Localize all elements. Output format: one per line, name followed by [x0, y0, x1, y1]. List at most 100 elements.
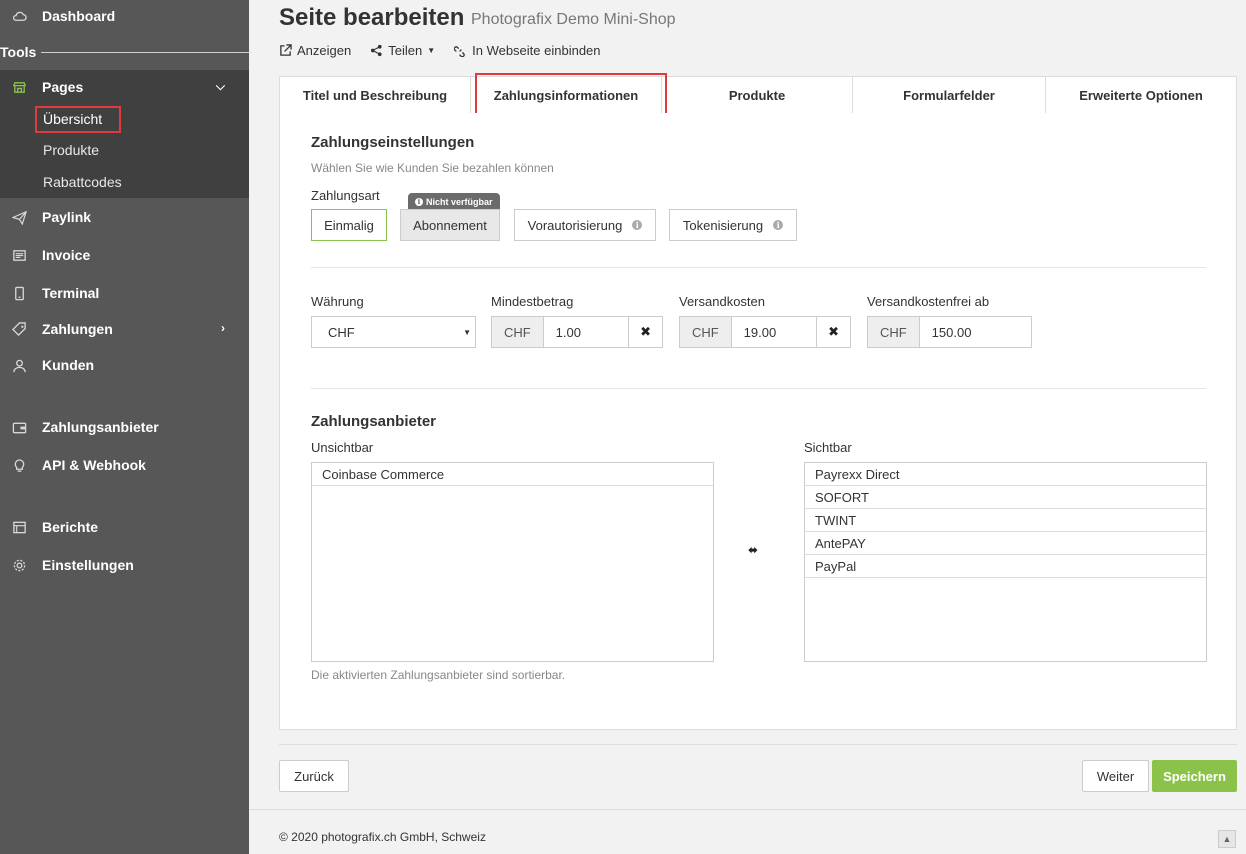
nav-label: Zahlungen — [42, 321, 113, 337]
tab-formularfelder[interactable]: Formularfelder — [853, 77, 1046, 113]
swap-arrows-icon: ⬌ — [748, 543, 759, 557]
tools-label: Tools — [0, 44, 37, 60]
nav-label: API & Webhook — [42, 457, 146, 473]
payment-settings-heading: Zahlungseinstellungen — [311, 134, 475, 151]
min-amount-label: Mindestbetrag — [491, 294, 574, 309]
currency-addon: CHF — [680, 317, 732, 347]
button-label: Zurück — [294, 768, 334, 784]
embed-action-label: In Webseite einbinden — [472, 43, 601, 58]
nav-label: Pages — [42, 79, 84, 95]
type-vorautorisierung-button[interactable]: Vorautorisierung i — [514, 209, 656, 241]
nav-api-webhook[interactable]: API & Webhook — [0, 447, 249, 483]
invisible-label: Unsichtbar — [311, 440, 374, 455]
button-label: Tokenisierung — [682, 217, 764, 233]
button-label: Speichern — [1163, 768, 1226, 784]
nav-label: Berichte — [42, 519, 99, 535]
tab-bar: Titel und Beschreibung Zahlungsinformati… — [279, 76, 1237, 114]
visible-providers-list[interactable]: Payrexx Direct SOFORT TWINT AntePAY PayP… — [804, 462, 1207, 662]
info-icon: i — [773, 220, 784, 230]
type-abonnement-button[interactable]: Abonnement — [400, 209, 500, 241]
min-amount-input[interactable]: 1.00 — [544, 317, 629, 347]
tab-erweiterte-optionen[interactable]: Erweiterte Optionen — [1046, 77, 1236, 113]
payment-type-label: Zahlungsart — [311, 188, 380, 203]
chevron-up-icon: ▲ — [1222, 834, 1232, 844]
free-shipping-input[interactable]: 150.00 — [920, 317, 1031, 347]
divider — [311, 267, 1206, 268]
nav-label: Paylink — [42, 209, 92, 225]
divider — [41, 51, 249, 53]
page-actions: Anzeigen Teilen ▼ In Webseite einbinden — [279, 43, 620, 58]
list-item[interactable]: PayPal — [805, 555, 1206, 578]
show-action[interactable]: Anzeigen — [279, 43, 351, 58]
button-label: Weiter — [1096, 768, 1135, 784]
save-button[interactable]: Speichern — [1152, 760, 1237, 792]
list-item[interactable]: SOFORT — [805, 486, 1206, 509]
shipping-input[interactable]: 19.00 — [732, 317, 817, 347]
nav-label: Invoice — [42, 247, 91, 263]
clear-icon[interactable]: ✖ — [816, 317, 850, 347]
info-icon: i — [415, 197, 423, 206]
list-item[interactable]: AntePAY — [805, 532, 1206, 555]
highlight-box — [35, 106, 121, 133]
nav-zahlungen[interactable]: Zahlungen › — [0, 311, 249, 347]
button-label: Einmalig — [324, 217, 374, 233]
share-icon — [371, 44, 382, 57]
embed-action[interactable]: In Webseite einbinden — [454, 43, 601, 58]
nav-invoice[interactable]: Invoice — [0, 237, 249, 273]
min-amount-group: CHF 1.00 ✖ — [491, 316, 663, 348]
nav-kunden[interactable]: Kunden — [0, 347, 249, 383]
chevron-down-icon: ⌵ — [215, 79, 225, 93]
nav-label: Terminal — [42, 285, 100, 301]
currency-label: Währung — [311, 294, 364, 309]
share-action[interactable]: Teilen ▼ — [370, 43, 435, 58]
back-button[interactable]: Zurück — [279, 760, 349, 792]
mobile-icon — [11, 285, 27, 301]
list-item[interactable]: TWINT — [805, 509, 1206, 532]
caret-down-icon: ▼ — [463, 328, 471, 337]
sub-item-produkte[interactable]: Produkte — [43, 142, 99, 158]
nav-terminal[interactable]: Terminal — [0, 275, 249, 311]
type-einmalig-button[interactable]: Einmalig — [311, 209, 387, 241]
nav-einstellungen[interactable]: Einstellungen — [0, 547, 249, 583]
lightbulb-icon — [11, 457, 27, 473]
share-action-label: Teilen — [388, 43, 423, 58]
list-item[interactable]: Coinbase Commerce — [312, 463, 713, 486]
nav-berichte[interactable]: Berichte — [0, 509, 249, 545]
sub-item-rabattcodes[interactable]: Rabattcodes — [43, 174, 122, 190]
invisible-providers-list[interactable]: Coinbase Commerce — [311, 462, 714, 662]
free-shipping-label: Versandkostenfrei ab — [867, 294, 990, 309]
scroll-top-button[interactable]: ▲ — [1218, 830, 1236, 848]
report-icon — [11, 519, 27, 535]
user-icon — [11, 357, 27, 373]
tab-titel[interactable]: Titel und Beschreibung — [280, 77, 471, 113]
nav-pages[interactable]: Pages ⌵ — [0, 69, 249, 105]
next-button[interactable]: Weiter — [1082, 760, 1149, 792]
clear-icon[interactable]: ✖ — [628, 317, 662, 347]
highlight-box — [475, 73, 667, 116]
invoice-icon — [11, 247, 27, 263]
link-icon — [454, 46, 465, 57]
tab-produkte[interactable]: Produkte — [662, 77, 853, 113]
currency-addon: CHF — [492, 317, 544, 347]
nav-paylink[interactable]: Paylink — [0, 199, 249, 235]
currency-addon: CHF — [868, 317, 920, 347]
info-icon: i — [632, 220, 643, 230]
providers-hint: Die aktivierten Zahlungsanbieter sind so… — [311, 668, 566, 682]
chevron-right-icon: › — [221, 321, 225, 335]
gear-icon — [11, 557, 27, 573]
wallet-icon — [11, 419, 27, 435]
tools-header: Tools — [0, 42, 249, 62]
shipping-label: Versandkosten — [679, 294, 766, 309]
cloud-icon — [11, 8, 27, 24]
tag-icon — [11, 321, 27, 337]
shipping-group: CHF 19.00 ✖ — [679, 316, 851, 348]
store-icon — [11, 79, 27, 95]
currency-select[interactable]: CHF ▼ — [311, 316, 476, 348]
not-available-badge: i Nicht verfügbar — [408, 193, 500, 210]
nav-dashboard[interactable]: Dashboard — [0, 0, 249, 34]
nav-zahlungsanbieter[interactable]: Zahlungsanbieter — [0, 409, 249, 445]
list-item[interactable]: Payrexx Direct — [805, 463, 1206, 486]
button-label: Abonnement — [413, 217, 487, 233]
page-title: Seite bearbeiten — [279, 4, 465, 31]
type-tokenisierung-button[interactable]: Tokenisierung i — [669, 209, 797, 241]
